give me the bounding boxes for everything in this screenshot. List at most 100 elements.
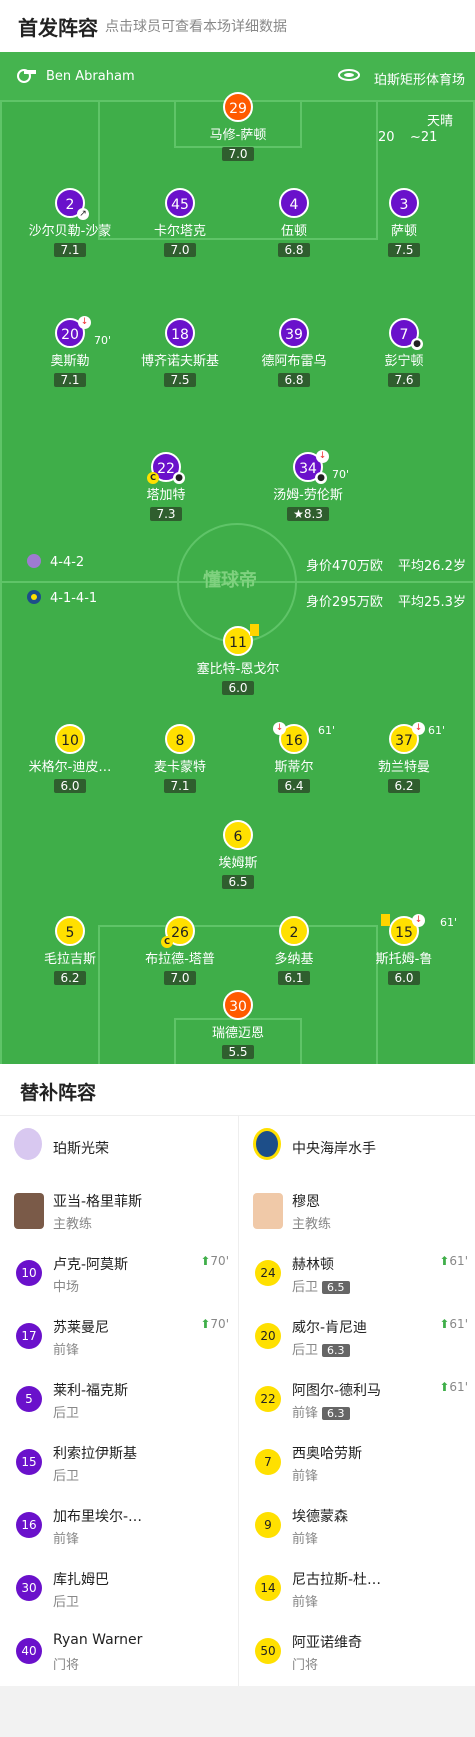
player-number: 30 xyxy=(223,990,253,1020)
sub-position-wrap: 前锋 6.3 xyxy=(292,1402,350,1421)
star-icon: ★ xyxy=(293,507,304,521)
player-card[interactable]: 2 多纳基 6.1 xyxy=(234,916,354,986)
sub-name: 威尔-肯尼迪 xyxy=(292,1320,368,1336)
player-number: 15 xyxy=(395,925,413,941)
sub-position: 后卫 xyxy=(53,1406,80,1421)
sub-number: 10 xyxy=(16,1260,42,1286)
sub-player-row[interactable]: 14 尼古拉斯-杜… 前锋 xyxy=(239,1557,475,1620)
sub-on-icon: ⬆ xyxy=(439,1317,450,1331)
player-card[interactable]: 45 卡尔塔克 7.0 xyxy=(120,188,240,258)
captain-icon: C xyxy=(147,472,159,484)
player-name: 奥斯勒 xyxy=(50,354,90,369)
sub-off-icon: ↓ xyxy=(78,316,91,329)
sub-player-row[interactable]: 22 阿图尔-德利马 前锋 6.3 ⬆61' xyxy=(239,1368,475,1431)
sub-on-time: ⬆61' xyxy=(439,1254,468,1268)
sub-on-icon: ⬆ xyxy=(439,1254,450,1268)
player-rating: ★8.3 xyxy=(287,507,329,521)
player-name: 多纳基 xyxy=(274,952,314,967)
player-name: 塞比特-恩戈尔 xyxy=(196,662,280,677)
away-subs-column: 中央海岸水手 穆恩 主教练 24 赫林顿 后卫 6.5 ⬆61' 20 威尔-肯尼迪 后卫 6.… xyxy=(238,1116,475,1686)
sub-on-icon: ⬆ xyxy=(200,1254,211,1268)
coach-row[interactable]: 亚当-格里菲斯 主教练 xyxy=(0,1179,237,1242)
sub-player-row[interactable]: 7 西奥哈劳斯 前锋 xyxy=(239,1431,475,1494)
player-rating: 5.5 xyxy=(222,1045,254,1059)
coach-row[interactable]: 穆恩 主教练 xyxy=(239,1179,475,1242)
sub-on-time: ⬆61' xyxy=(439,1317,468,1331)
player-number: 45 xyxy=(165,188,195,218)
player-rating: 6.8 xyxy=(278,243,310,257)
player-card[interactable]: 2 ↗ 沙尔贝勒-沙蒙 7.1 xyxy=(10,188,130,258)
player-number: 7 xyxy=(399,327,409,343)
goal-ball-icon: ● xyxy=(411,338,423,350)
player-card[interactable]: 6 埃姆斯 6.5 xyxy=(178,820,298,890)
player-card[interactable]: 7 ● 彭宁顿 7.6 xyxy=(344,318,464,388)
temp-high: ~21 xyxy=(410,130,438,145)
sub-minute: 70' xyxy=(94,334,112,347)
player-card[interactable]: 5 毛拉吉斯 6.2 xyxy=(10,916,130,986)
player-card[interactable]: 30 瑞德迈恩 5.5 xyxy=(178,990,298,1060)
sub-minute: 61' xyxy=(440,916,458,929)
sub-player-row[interactable]: 5 莱利-福克斯 后卫 xyxy=(0,1368,237,1431)
player-name: 博齐诺夫斯基 xyxy=(140,354,219,369)
player-name: 塔加特 xyxy=(146,488,186,503)
sub-player-row[interactable]: 15 利索拉伊斯基 后卫 xyxy=(0,1431,237,1494)
away-team-badge-icon xyxy=(253,1128,281,1160)
referee-name: Ben Abraham xyxy=(46,69,135,84)
home-value: 身价470万欧 xyxy=(306,559,383,574)
player-rating: 7.5 xyxy=(388,243,420,257)
player-card[interactable]: 34 ↓ ● 汤姆-劳伦斯 ★8.3 xyxy=(248,450,368,522)
player-number: 29 xyxy=(223,92,253,122)
player-rating: 7.0 xyxy=(222,147,254,161)
player-rating: 6.0 xyxy=(222,681,254,695)
sub-player-row[interactable]: 9 埃德蒙森 前锋 xyxy=(239,1494,475,1557)
player-card[interactable]: 10 米格尔-迪皮… 6.0 xyxy=(10,724,130,794)
sub-name: Ryan Warner xyxy=(53,1632,143,1648)
sub-position: 中场 xyxy=(53,1280,80,1295)
player-card[interactable]: 8 麦卡蒙特 7.1 xyxy=(120,724,240,794)
player-name: 斯托姆-鲁 xyxy=(375,952,433,967)
sub-player-row[interactable]: 20 威尔-肯尼迪 后卫 6.3 ⬆61' xyxy=(239,1305,475,1368)
player-rating-value: 8.3 xyxy=(303,507,323,521)
sub-on-minute: 61' xyxy=(449,1380,468,1394)
player-card[interactable]: 22 C ● 塔加特 7.3 xyxy=(106,452,226,522)
sub-name: 莱利-福克斯 xyxy=(53,1383,129,1399)
player-rating: 7.0 xyxy=(164,971,196,985)
sub-player-row[interactable]: 16 加布里埃尔-… 前锋 xyxy=(0,1494,237,1557)
sub-minute: 61' xyxy=(318,724,336,737)
player-name: 瑞德迈恩 xyxy=(211,1026,264,1041)
sub-number: 15 xyxy=(16,1449,42,1475)
player-card[interactable]: 4 伍顿 6.8 xyxy=(234,188,354,258)
player-card[interactable]: 29 马修-萨顿 7.0 xyxy=(178,92,298,162)
home-subs-column: 珀斯光荣 亚当-格里菲斯 主教练 10 卢克-阿莫斯 中场 ⬆70' 17 苏莱曼尼 前锋 ⬆… xyxy=(0,1116,237,1686)
player-card[interactable]: 37 ↓ 勃兰特曼 6.2 xyxy=(344,722,464,794)
player-card[interactable]: 26 C 布拉德-塔普 7.0 xyxy=(120,916,240,986)
player-card[interactable]: 39 德阿布雷乌 6.8 xyxy=(234,318,354,388)
sub-on-time: ⬆70' xyxy=(200,1254,229,1268)
sub-player-row[interactable]: 50 阿亚诺维奇 门将 xyxy=(239,1620,475,1683)
player-card[interactable]: 20 ↓ 奥斯勒 7.1 xyxy=(10,316,130,388)
sub-position: 前锋 xyxy=(292,1532,319,1547)
player-rating: 6.5 xyxy=(222,875,254,889)
sub-player-row[interactable]: 17 苏莱曼尼 前锋 ⬆70' xyxy=(0,1305,237,1368)
sub-number: 9 xyxy=(255,1512,281,1538)
player-name: 卡尔塔克 xyxy=(153,224,206,239)
sub-number: 7 xyxy=(255,1449,281,1475)
sub-player-row[interactable]: 10 卢克-阿莫斯 中场 ⬆70' xyxy=(0,1242,237,1305)
player-card[interactable]: 11 塞比特-恩戈尔 6.0 xyxy=(178,624,298,696)
player-number: 10 xyxy=(55,724,85,754)
sub-number: 22 xyxy=(255,1386,281,1412)
sub-player-row[interactable]: 40 Ryan Warner 门将 xyxy=(0,1620,237,1683)
sub-position: 前锋 xyxy=(53,1343,80,1358)
player-number: 34 xyxy=(299,461,317,477)
sub-name: 阿亚诺维奇 xyxy=(292,1635,362,1651)
player-card[interactable]: 18 博齐诺夫斯基 7.5 xyxy=(120,318,240,388)
player-rating: 6.1 xyxy=(278,971,310,985)
player-rating: 6.2 xyxy=(388,779,420,793)
yellow-card-icon xyxy=(250,624,259,636)
sub-name: 阿图尔-德利马 xyxy=(292,1383,382,1399)
temp-low: 20 xyxy=(378,130,395,145)
sub-player-row[interactable]: 30 库扎姆巴 后卫 xyxy=(0,1557,237,1620)
sub-player-row[interactable]: 24 赫林顿 后卫 6.5 ⬆61' xyxy=(239,1242,475,1305)
player-card[interactable]: 3 萨顿 7.5 xyxy=(344,188,464,258)
player-card[interactable]: 16 ↓ 斯蒂尔 6.4 xyxy=(234,722,354,794)
